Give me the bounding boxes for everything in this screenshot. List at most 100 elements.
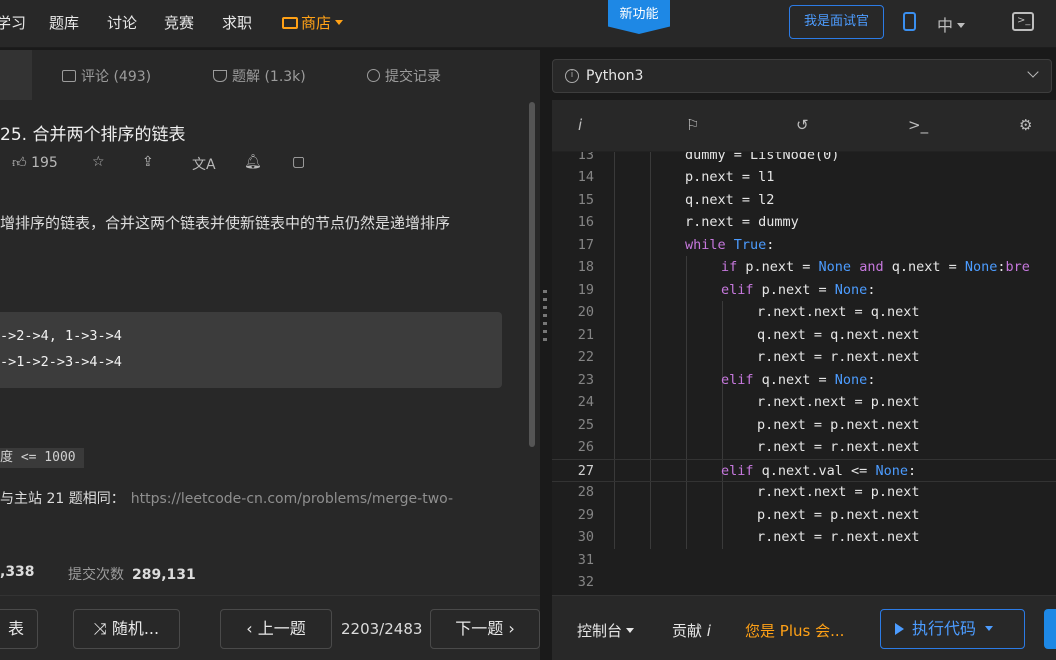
bell-icon[interactable]: 🔔︎	[244, 154, 262, 170]
code-text: q.next = l2	[685, 192, 775, 208]
line-number: 22	[577, 349, 594, 365]
chevron-down-icon	[626, 628, 635, 633]
code-line: 15 q.next = l2	[552, 189, 1056, 212]
code-line-current: 27 elif q.next.val <= None:	[552, 459, 1056, 482]
code-line: 23 elif q.next = None:	[552, 369, 1056, 392]
code-text: r.next = r.next.next	[757, 349, 920, 365]
feedback-icon[interactable]: ▢	[292, 154, 305, 170]
terminal-icon[interactable]: >_	[1012, 12, 1034, 31]
example-block: ->2->4, 1->3->4 ->1->2->3->4->4	[0, 312, 502, 388]
run-code-button[interactable]: 执行代码	[880, 609, 1025, 649]
like-button[interactable]: 👍︎ 195	[12, 154, 58, 171]
submissions-stat: 提交次数 289,131	[68, 564, 196, 584]
panel-resize-handle[interactable]	[543, 290, 547, 346]
code-line: 16 r.next = dummy	[552, 211, 1056, 234]
code-line: 24 r.next.next = p.next	[552, 391, 1056, 414]
chevron-right-icon: ›	[508, 619, 515, 638]
editor-action-bar: 控制台 贡献 i 您是 Plus 会... 执行代码	[552, 595, 1056, 660]
mobile-icon[interactable]	[903, 12, 916, 31]
prev-button[interactable]: ‹ 上一题	[220, 609, 332, 649]
tab-submissions-label: 提交记录	[385, 69, 441, 85]
code-text: elif q.next.val <= None:	[721, 463, 917, 479]
language-label: 中	[937, 16, 954, 35]
line-number: 31	[577, 552, 594, 568]
nav-jobs[interactable]: 求职	[222, 12, 252, 33]
line-number: 21	[577, 327, 594, 343]
code-text: r.next = r.next.next	[757, 529, 920, 545]
editor-toolbar: i ⚐ ↺ >_ ⚙	[552, 100, 1056, 152]
nav-shop-label: 商店	[301, 14, 332, 32]
comment-icon	[62, 70, 76, 82]
clock-icon	[367, 69, 380, 82]
note-link[interactable]: https://leetcode-cn.com/problems/merge-t…	[131, 491, 453, 507]
chevron-down-icon	[1027, 66, 1039, 78]
problem-statement: 增排序的链表，合并这两个链表并使新链表中的节点仍然是递增排序	[0, 214, 451, 232]
code-line: 26 r.next = r.next.next	[552, 436, 1056, 459]
nav-discuss[interactable]: 讨论	[107, 12, 137, 33]
line-number: 29	[577, 507, 594, 523]
code-text: p.next = l1	[685, 169, 775, 185]
play-icon	[895, 623, 904, 635]
code-line: 13 dummy = ListNode(0)	[552, 152, 1056, 167]
run-label: 执行代码	[912, 619, 977, 638]
next-button[interactable]: 下一题 ›	[430, 609, 540, 649]
thumbs-up-icon: 👍︎	[12, 155, 27, 171]
nav-contest[interactable]: 竞赛	[164, 12, 194, 33]
submit-button[interactable]	[1044, 609, 1056, 649]
console-toggle[interactable]: 控制台	[577, 620, 635, 641]
star-icon[interactable]: ☆	[92, 154, 105, 170]
code-line: 22 r.next = r.next.next	[552, 346, 1056, 369]
random-label: 随机...	[111, 619, 160, 638]
top-nav: 学习 题库 讨论 竞赛 求职 商店 新功能 我是面试官 中 >_	[0, 0, 1056, 48]
info-icon: i	[565, 69, 579, 83]
nav-problemset[interactable]: 题库	[49, 12, 79, 33]
translate-icon[interactable]: 文A	[192, 154, 216, 174]
code-text: r.next = r.next.next	[757, 439, 920, 455]
prev-label: 上一题	[257, 619, 306, 638]
next-label: 下一题	[455, 619, 504, 638]
nav-learn[interactable]: 学习	[0, 12, 26, 33]
shop-icon	[282, 17, 298, 29]
code-line: 18 if p.next = None and q.next = None:bre	[552, 256, 1056, 279]
tab-description[interactable]	[0, 50, 32, 100]
share-icon[interactable]: ⇪	[142, 154, 154, 170]
line-number: 30	[577, 529, 594, 545]
line-number: 17	[577, 237, 594, 253]
code-line: 29 p.next = p.next.next	[552, 504, 1056, 527]
problem-list-button[interactable]: 表	[0, 609, 38, 649]
shuffle-icon: ⤨	[93, 619, 107, 638]
line-number: 16	[577, 214, 594, 230]
interviewer-button[interactable]: 我是面试官	[789, 5, 884, 39]
problem-description-panel: 25. 合并两个排序的链表 👍︎ 195 ☆ ⇪ 文A 🔔︎ ▢ 增排序的链表，…	[0, 100, 540, 595]
problem-title: 25. 合并两个排序的链表	[0, 125, 186, 145]
tab-comments[interactable]: 评论 (493)	[62, 66, 151, 86]
info-icon[interactable]: i	[578, 116, 582, 134]
code-text: r.next.next = p.next	[757, 484, 920, 500]
line-number: 26	[577, 439, 594, 455]
code-text: r.next.next = p.next	[757, 394, 920, 410]
code-line: 32	[552, 571, 1056, 594]
code-text: p.next = p.next.next	[757, 417, 920, 433]
reset-icon[interactable]: ↺	[796, 116, 809, 134]
contribute-button[interactable]: 贡献 i	[672, 620, 711, 641]
new-feature-badge[interactable]: 新功能	[608, 0, 670, 34]
terminal-icon[interactable]: >_	[908, 116, 928, 134]
problem-tabs: 评论 (493) 题解 (1.3k) 提交记录	[0, 50, 540, 100]
code-line: 19 elif p.next = None:	[552, 279, 1056, 302]
random-button[interactable]: ⤨ 随机...	[73, 609, 180, 649]
language-select[interactable]: i Python3	[552, 59, 1052, 93]
tab-submissions[interactable]: 提交记录	[367, 66, 441, 86]
settings-icon[interactable]: ⚙	[1019, 116, 1032, 134]
line-number: 15	[577, 192, 594, 208]
scrollbar[interactable]	[529, 102, 535, 447]
code-text: r.next = dummy	[685, 214, 799, 230]
nav-shop[interactable]: 商店	[282, 12, 344, 33]
plus-member-link[interactable]: 您是 Plus 会...	[745, 620, 844, 641]
line-number: 18	[577, 259, 594, 275]
language-value: Python3	[586, 68, 644, 84]
code-line: 28 r.next.next = p.next	[552, 481, 1056, 504]
code-editor[interactable]: 13 dummy = ListNode(0) 14 p.next = l1 15 q.…	[552, 152, 1056, 595]
flag-icon[interactable]: ⚐	[686, 116, 699, 134]
tab-solutions[interactable]: 题解 (1.3k)	[213, 66, 306, 86]
language-switch[interactable]: 中	[937, 12, 966, 36]
